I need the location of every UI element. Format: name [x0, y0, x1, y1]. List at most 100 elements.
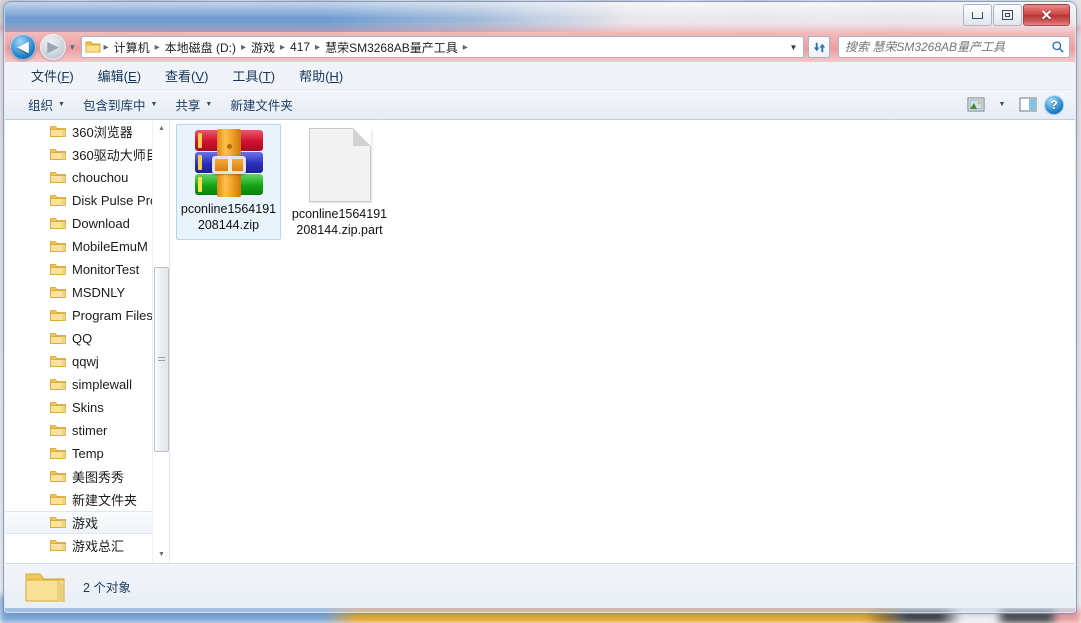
maximize-button[interactable] [993, 4, 1022, 26]
sidebar-item-2[interactable]: chouchou [5, 166, 157, 189]
folder-icon [85, 41, 101, 53]
new-folder-button[interactable]: 新建文件夹 [221, 91, 302, 118]
command-toolbar: 组织 ▼ 包含到库中 ▼ 共享 ▼ 新建文件夹 ▼ ? [5, 90, 1075, 120]
refresh-icon [813, 42, 825, 52]
new-folder-label: 新建文件夹 [230, 99, 293, 113]
sidebar-item-label: 新建文件夹 [72, 493, 138, 508]
address-dropdown-icon[interactable]: ▼ [786, 43, 801, 52]
sidebar-item-11[interactable]: simplewall [5, 373, 157, 396]
sidebar-item-6[interactable]: MonitorTest [5, 258, 157, 281]
close-button[interactable]: ✕ [1023, 4, 1070, 26]
menu-bar: 文件(F) 编辑(E) 查看(V) 工具(T) 帮助(H) [5, 62, 1075, 90]
search-input[interactable] [843, 39, 1051, 55]
folder-icon [50, 333, 66, 344]
help-button[interactable]: ? [1041, 94, 1067, 116]
menu-label-help: 帮助 [299, 69, 326, 84]
folder-icon [50, 241, 66, 252]
menu-item-tools[interactable]: 工具(T) [220, 63, 287, 88]
breadcrumb-item-3[interactable]: 417 [287, 39, 313, 55]
sidebar-item-8[interactable]: Program Files [5, 304, 157, 327]
sidebar-item-10[interactable]: qqwj [5, 350, 157, 373]
refresh-button[interactable] [808, 36, 830, 58]
menu-item-help[interactable]: 帮助(H) [287, 63, 355, 88]
folder-icon [50, 149, 66, 160]
menu-label-file: 文件 [31, 69, 58, 84]
title-bar: ✕ [4, 2, 1076, 32]
breadcrumb[interactable]: ▸ 计算机 ▸ 本地磁盘 (D:) ▸ 游戏 ▸ 417 ▸ 慧荣SM3268A… [80, 36, 804, 58]
sidebar-item-label: 美图秀秀 [72, 470, 125, 485]
breadcrumb-separator: ▸ [462, 41, 468, 53]
organize-button[interactable]: 组织 ▼ [19, 91, 74, 118]
view-mode-button[interactable] [963, 94, 989, 116]
breadcrumb-item-4[interactable]: 慧荣SM3268AB量产工具 [322, 38, 461, 57]
file-list-pane[interactable]: pconline1564191208144.zip pconline156419… [170, 120, 1075, 563]
sidebar-item-5[interactable]: MobileEmuM [5, 235, 157, 258]
view-mode-dropdown[interactable]: ▼ [989, 94, 1015, 116]
scrollbar-thumb[interactable] [154, 267, 169, 452]
sidebar-item-18[interactable]: 游戏总汇 [5, 534, 157, 557]
sidebar-item-label: Program Files [72, 308, 153, 323]
chevron-down-icon: ▼ [150, 101, 158, 108]
folder-icon [50, 379, 66, 390]
sidebar-item-15[interactable]: 美图秀秀 [5, 465, 157, 488]
list-item[interactable]: pconline1564191208144.zip [176, 124, 281, 240]
scroll-down-button[interactable]: ▼ [153, 546, 169, 563]
chevron-down-icon: ▼ [998, 101, 1006, 108]
breadcrumb-item-0[interactable]: 计算机 [111, 38, 153, 57]
sidebar-item-0[interactable]: 360浏览器 [5, 120, 157, 143]
back-arrow-icon: ◀ [17, 37, 29, 56]
archive-belt-hole [226, 144, 232, 149]
sidebar-item-label: qqwj [72, 354, 99, 369]
breadcrumb-separator: ▸ [103, 41, 109, 53]
breadcrumb-item-1[interactable]: 本地磁盘 (D:) [162, 38, 239, 57]
sidebar-item-1[interactable]: 360驱动大师目 [5, 143, 159, 166]
sidebar-item-label: chouchou [72, 170, 129, 185]
sidebar-item-label: MSDNLY [72, 285, 126, 300]
menu-item-view[interactable]: 查看(V) [153, 63, 220, 88]
minimize-icon [972, 11, 983, 19]
include-in-library-label: 包含到库中 [82, 99, 146, 113]
include-in-library-button[interactable]: 包含到库中 ▼ [74, 91, 166, 118]
sidebar-item-label: Temp [72, 446, 104, 461]
navigation-scrollbar[interactable]: ▲ ▼ [152, 120, 169, 563]
minimize-button[interactable] [963, 4, 992, 26]
sidebar-item-13[interactable]: stimer [5, 419, 157, 442]
breadcrumb-item-2[interactable]: 游戏 [248, 38, 278, 57]
sidebar-item-14[interactable]: Temp [5, 442, 157, 465]
sidebar-item-4[interactable]: Download [5, 212, 157, 235]
scroll-up-button[interactable]: ▲ [153, 120, 169, 137]
folder-tree: 360浏览器 360驱动大师目 chouchou Disk Pulse Pro Down… [5, 120, 159, 557]
menu-item-edit[interactable]: 编辑(E) [86, 63, 153, 88]
menu-accel-file: F [61, 69, 70, 84]
folder-icon [50, 264, 66, 275]
forward-button[interactable]: ▶ [40, 34, 66, 60]
menu-item-file[interactable]: 文件(F) [19, 63, 86, 88]
folder-icon [50, 471, 66, 482]
chevron-down-icon: ▼ [58, 101, 65, 108]
folder-icon [50, 540, 66, 551]
share-button[interactable]: 共享 ▼ [166, 91, 221, 118]
sidebar-item-12[interactable]: Skins [5, 396, 157, 419]
recent-pages-chevron-icon[interactable]: ▾ [70, 42, 75, 53]
back-button[interactable]: ◀ [10, 34, 36, 60]
sidebar-item-3[interactable]: Disk Pulse Pro [5, 189, 157, 212]
sidebar-item-label: MonitorTest [72, 262, 140, 277]
title-bar-gloss [5, 3, 1075, 17]
sidebar-item-17[interactable]: 游戏 [5, 511, 157, 534]
breadcrumb-separator: ▸ [240, 41, 246, 53]
view-mode-icon [967, 97, 985, 112]
search-box[interactable] [838, 36, 1070, 58]
menu-label-tools: 工具 [232, 69, 259, 84]
menu-accel-tools: T [262, 69, 271, 84]
sidebar-item-7[interactable]: MSDNLY [5, 281, 157, 304]
folder-icon [50, 172, 66, 183]
file-name-label: pconline1564191208144.zip.part [291, 207, 388, 237]
list-item[interactable]: pconline1564191208144.zip.part [287, 124, 392, 244]
folder-icon [50, 218, 66, 229]
folder-icon [50, 356, 66, 367]
sidebar-item-16[interactable]: 新建文件夹 [5, 488, 157, 511]
maximize-icon [1002, 10, 1013, 20]
sidebar-item-9[interactable]: QQ [5, 327, 157, 350]
folder-icon [50, 287, 66, 298]
preview-pane-button[interactable] [1015, 94, 1041, 116]
